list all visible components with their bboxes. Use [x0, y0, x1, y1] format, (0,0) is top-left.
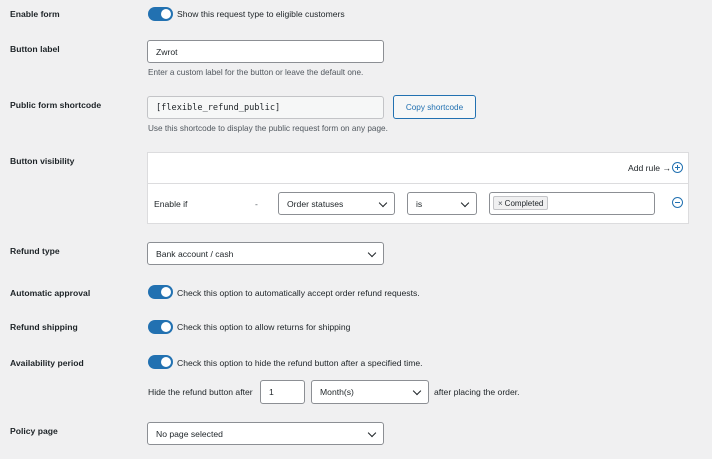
rule-field-select[interactable]: Order statuses [278, 192, 395, 215]
refund-type-label: Refund type [10, 246, 60, 256]
refund-shipping-toggle[interactable] [148, 320, 173, 334]
rule-separator: - [255, 199, 258, 209]
automatic-approval-toggle[interactable] [148, 285, 173, 299]
rule-value-multiselect[interactable]: × Completed [489, 192, 655, 215]
availability-unit-value: Month(s) [320, 387, 354, 397]
toggle-knob [161, 287, 171, 297]
refund-shipping-text: Check this option to allow returns for s… [177, 322, 351, 332]
toggle-knob [161, 357, 171, 367]
rule-field-value: Order statuses [287, 198, 344, 209]
rule-operator-value: is [416, 198, 423, 209]
visibility-label: Button visibility [10, 156, 75, 166]
toggle-knob [161, 9, 171, 19]
policy-page-label: Policy page [10, 426, 58, 436]
availability-unit-select[interactable]: Month(s) [311, 380, 429, 404]
shortcode-label: Public form shortcode [10, 100, 102, 110]
availability-toggle[interactable] [148, 355, 173, 369]
chevron-down-icon [460, 198, 470, 207]
refund-shipping-label: Refund shipping [10, 322, 78, 332]
add-rule-link[interactable]: Add rule → [628, 163, 671, 173]
copy-shortcode-button[interactable]: Copy shortcode [393, 95, 476, 119]
availability-text: Check this option to hide the refund but… [177, 358, 423, 368]
enable-form-label: Enable form [10, 9, 60, 19]
availability-suffix: after placing the order. [434, 387, 520, 397]
status-tag: × Completed [493, 196, 549, 210]
refund-type-value: Bank account / cash [156, 248, 234, 259]
rule-operator-select[interactable]: is [407, 192, 477, 215]
button-label-input[interactable]: Zwrot [147, 40, 384, 63]
chevron-down-icon [367, 248, 377, 257]
tag-remove-icon[interactable]: × [498, 199, 503, 208]
visibility-rules-box: Add rule → Enable if - Order statuses is… [147, 152, 689, 224]
chevron-down-icon [412, 386, 422, 396]
refund-type-select[interactable]: Bank account / cash [147, 242, 384, 265]
automatic-approval-label: Automatic approval [10, 288, 91, 298]
rule-condition-label: Enable if [154, 199, 188, 209]
chevron-down-icon [367, 428, 377, 437]
remove-rule-icon[interactable] [672, 197, 683, 208]
enable-form-text: Show this request type to eligible custo… [177, 9, 345, 19]
policy-page-value: No page selected [156, 428, 223, 439]
add-circle-icon[interactable] [672, 162, 683, 173]
tag-label: Completed [504, 198, 544, 208]
availability-amount-input[interactable]: 1 [260, 380, 305, 404]
automatic-approval-text: Check this option to automatically accep… [177, 288, 420, 298]
availability-prefix: Hide the refund button after [148, 387, 253, 397]
divider [148, 183, 688, 184]
toggle-knob [161, 322, 171, 332]
shortcode-field[interactable]: [flexible_refund_public] [147, 96, 384, 119]
button-label-label: Button label [10, 44, 60, 54]
policy-page-select[interactable]: No page selected [147, 422, 384, 445]
chevron-down-icon [378, 198, 388, 207]
enable-form-toggle[interactable] [148, 7, 173, 21]
shortcode-description: Use this shortcode to display the public… [148, 124, 388, 133]
button-label-description: Enter a custom label for the button or l… [148, 68, 364, 77]
availability-label: Availability period [10, 358, 84, 368]
